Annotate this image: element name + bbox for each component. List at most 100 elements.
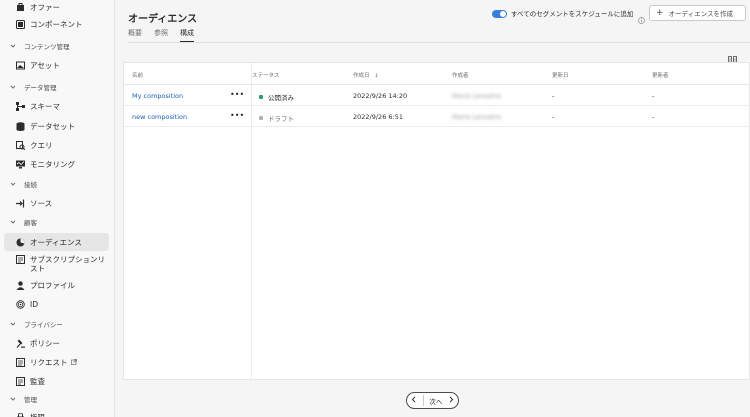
column-header-updater[interactable]: 更新者 xyxy=(652,71,669,79)
query-icon xyxy=(16,140,25,150)
sidebar-item-audiences[interactable]: オーディエンス xyxy=(4,233,109,251)
sidebar-item-label: リクエスト xyxy=(30,357,68,367)
chevron-down-icon xyxy=(10,181,16,187)
more-actions-icon[interactable]: ••• xyxy=(230,90,244,99)
status-dot xyxy=(259,95,263,99)
gavel-icon xyxy=(16,339,25,348)
sidebar-item-policies[interactable]: ポリシー xyxy=(4,334,109,352)
schedule-all-segments-label: すべてのセグメントをスケジュールに追加 xyxy=(511,10,634,18)
section-customer[interactable]: 顧客 xyxy=(10,215,37,229)
audience-icon xyxy=(16,238,25,247)
source-icon xyxy=(16,199,25,208)
composition-name-link[interactable]: My composition xyxy=(132,92,183,100)
chevron-down-icon xyxy=(10,219,16,225)
sidebar-item-audit[interactable]: 監査 xyxy=(4,372,109,390)
sidebar-item-schemas[interactable]: スキーマ xyxy=(4,97,109,115)
sidebar-item-requests[interactable]: リクエスト xyxy=(4,353,109,371)
table-row[interactable]: new composition ••• ドラフト 2022/9/26 6:51 … xyxy=(124,106,749,127)
pager-divider xyxy=(422,395,424,406)
sidebar-item-label: ポリシー xyxy=(30,338,60,348)
chevron-right-icon[interactable] xyxy=(448,396,454,405)
sidebar-item-monitoring[interactable]: モニタリング xyxy=(4,155,109,173)
chevron-down-icon xyxy=(10,396,16,402)
subscription-icon xyxy=(16,255,25,264)
pagination: 次へ xyxy=(406,392,459,409)
sidebar-item-identities[interactable]: ID xyxy=(4,295,109,313)
sidebar-item-label: クエリ xyxy=(30,140,53,150)
section-privacy[interactable]: プライバシー xyxy=(10,317,63,331)
page-title: オーディエンス xyxy=(128,14,198,25)
section-administration[interactable]: 管理 xyxy=(10,392,37,406)
schema-icon xyxy=(16,101,25,111)
sidebar-item-label: ID xyxy=(30,299,38,309)
sidebar-item-components[interactable]: コンポーネント xyxy=(4,15,109,33)
tab-compositions[interactable]: 構成 xyxy=(180,28,194,43)
request-icon xyxy=(16,357,25,367)
composition-name-link[interactable]: new composition xyxy=(132,113,187,121)
sidebar-item-datasets[interactable]: データセット xyxy=(4,117,109,135)
sidebar-item-subscription-lists[interactable]: サブスクリプションリスト xyxy=(4,253,109,275)
more-actions-icon[interactable]: ••• xyxy=(230,111,244,120)
info-icon[interactable] xyxy=(638,9,645,24)
sidebar-item-label: 権限 xyxy=(30,412,45,417)
section-connections[interactable]: 接続 xyxy=(10,177,37,191)
chevron-down-icon xyxy=(10,84,16,90)
schedule-all-segments-toggle[interactable] xyxy=(492,10,507,18)
column-header-updated[interactable]: 更新日 xyxy=(552,71,569,79)
sidebar-item-label: サブスクリプションリスト xyxy=(30,255,105,273)
sidebar-item-offers[interactable]: オファー xyxy=(4,0,109,16)
next-page-button[interactable]: 次へ xyxy=(429,396,442,406)
compositions-table: 名前 ステータス 作成日 ↓ 作成者 更新日 更新者 My compositio… xyxy=(123,62,750,381)
sidebar-item-sources[interactable]: ソース xyxy=(4,194,109,212)
dataset-icon xyxy=(16,121,25,131)
sidebar-item-permissions[interactable]: 権限 xyxy=(4,408,109,417)
main-content: オーディエンス すべてのセグメントをスケジュールに追加 + オーディエンスを作成… xyxy=(116,0,750,417)
updater-name: - xyxy=(652,113,655,121)
status-badge: ドラフト xyxy=(259,113,294,123)
offer-icon xyxy=(16,2,25,12)
profile-icon xyxy=(16,280,25,290)
chevron-down-icon xyxy=(10,321,16,327)
sidebar-item-label: オーディエンス xyxy=(30,237,82,247)
chevron-left-icon[interactable] xyxy=(411,396,417,405)
sidebar-item-label: モニタリング xyxy=(30,159,75,169)
chevron-down-icon xyxy=(10,43,16,49)
monitoring-icon xyxy=(16,160,25,169)
created-date: 2022/9/26 6:51 xyxy=(353,113,403,121)
section-data-management[interactable]: データ管理 xyxy=(10,80,57,94)
tab-divider xyxy=(128,42,750,43)
create-audience-label: オーディエンスを作成 xyxy=(668,10,733,18)
status-dot xyxy=(259,116,263,120)
column-header-status[interactable]: ステータス xyxy=(252,71,280,79)
column-header-name[interactable]: 名前 xyxy=(132,71,143,79)
table-header: 名前 ステータス 作成日 ↓ 作成者 更新日 更新者 xyxy=(124,63,749,85)
section-content-management[interactable]: コンテンツ管理 xyxy=(10,39,70,53)
sidebar-item-queries[interactable]: クエリ xyxy=(4,136,109,154)
sidebar-item-assets[interactable]: アセット xyxy=(4,56,109,74)
column-header-creator[interactable]: 作成者 xyxy=(452,71,469,79)
tab-overview[interactable]: 概要 xyxy=(128,28,142,42)
table-row[interactable]: My composition ••• 公開済み 2022/9/26 14:20 … xyxy=(124,85,749,106)
component-icon xyxy=(16,19,25,29)
left-navigation: オファー コンポーネント コンテンツ管理 アセット データ管理 スキーマ データ… xyxy=(0,0,115,417)
create-audience-button[interactable]: + オーディエンスを作成 xyxy=(649,5,746,21)
tab-bar: 概要 参照 構成 xyxy=(128,28,194,43)
updater-name: - xyxy=(652,92,655,100)
creator-name: Marie Lemaitre xyxy=(452,92,501,100)
column-header-created[interactable]: 作成日 ↓ xyxy=(353,71,379,79)
sidebar-item-profiles[interactable]: プロファイル xyxy=(4,276,109,294)
sort-descending-icon: ↓ xyxy=(374,73,379,79)
sidebar-item-label: ソース xyxy=(30,198,53,208)
creator-name: Marie Lemaitre xyxy=(452,113,501,121)
sidebar-item-label: データセット xyxy=(30,121,75,131)
permission-icon xyxy=(16,412,25,417)
sidebar-item-label: アセット xyxy=(30,60,60,70)
sidebar-item-label: プロファイル xyxy=(30,280,75,290)
tab-browse[interactable]: 参照 xyxy=(154,28,168,42)
fingerprint-icon xyxy=(16,299,25,309)
column-settings-icon[interactable] xyxy=(728,50,737,65)
updated-date: - xyxy=(552,92,555,100)
asset-icon xyxy=(16,61,25,70)
sidebar-item-label: スキーマ xyxy=(30,101,60,111)
external-link-icon xyxy=(70,358,77,367)
